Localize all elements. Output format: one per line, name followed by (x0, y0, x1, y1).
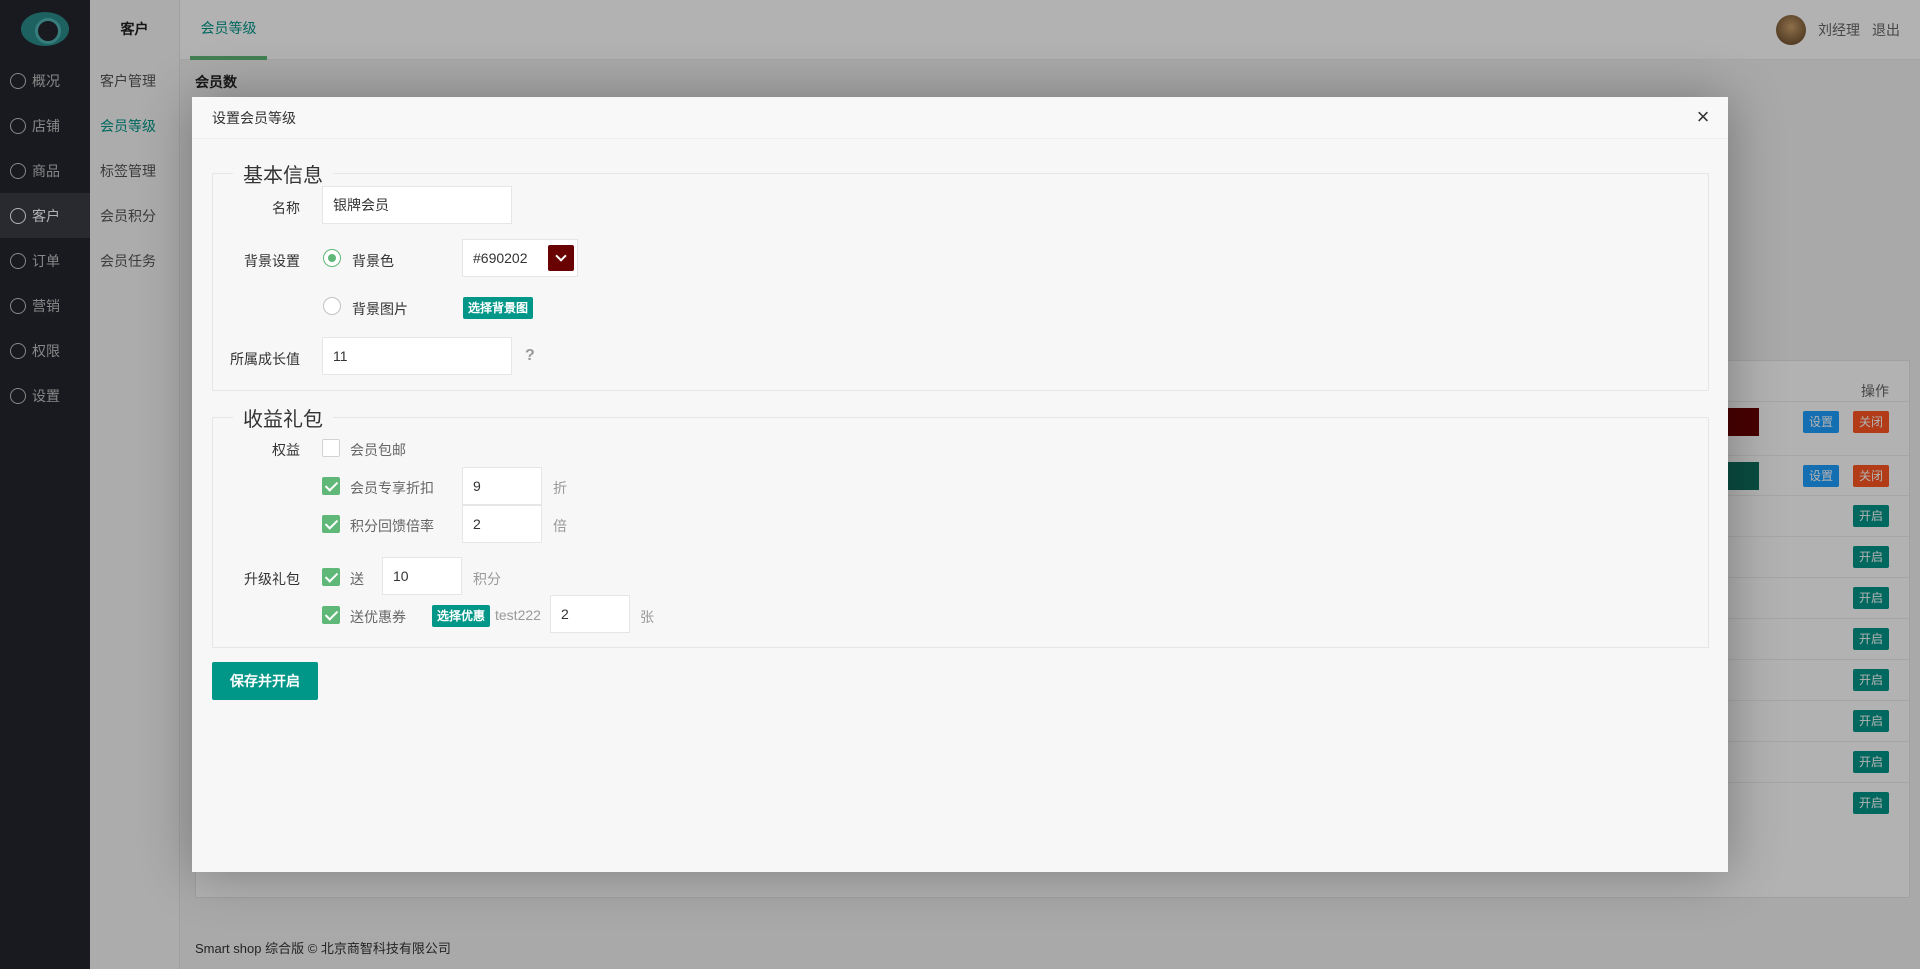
close-icon[interactable]: × (1692, 106, 1714, 129)
points-rate-label: 积分回馈倍率 (350, 518, 434, 534)
benefit-gift-legend: 收益礼包 (243, 409, 323, 431)
coupon-name: test222 (495, 607, 541, 623)
help-icon[interactable]: ? (525, 347, 535, 365)
discount-unit: 折 (553, 480, 567, 496)
growth-value-input[interactable]: 11 (322, 337, 512, 375)
coupon-count-input[interactable]: 2 (550, 595, 630, 633)
points-rate-input[interactable]: 2 (462, 505, 542, 543)
free-shipping-label: 会员包邮 (350, 442, 406, 458)
points-unit: 积分 (473, 571, 501, 587)
bg-color-value: #690202 (473, 250, 528, 266)
bg-image-label: 背景图片 (352, 301, 408, 317)
coupon-unit: 张 (640, 609, 654, 625)
bg-color-label: 背景色 (352, 253, 394, 269)
send-coupon-label: 送优惠券 (350, 609, 406, 625)
name-label: 名称 (272, 200, 300, 216)
member-level-modal: 设置会员等级 × 基本信息 名称 银牌会员 背景设置 背景色 #690202 背… (192, 97, 1728, 872)
discount-input[interactable]: 9 (462, 467, 542, 505)
choose-bg-image-button[interactable]: 选择背景图 (463, 297, 534, 319)
basic-info-legend: 基本信息 (243, 165, 323, 187)
background-setting-label: 背景设置 (244, 253, 300, 269)
send-points-checkbox[interactable] (322, 568, 340, 586)
growth-value-label: 所属成长值 (230, 351, 300, 367)
send-coupon-checkbox[interactable] (322, 606, 340, 624)
name-input[interactable]: 银牌会员 (322, 186, 512, 224)
bg-color-radio[interactable] (323, 249, 341, 267)
bg-image-radio[interactable] (323, 297, 341, 315)
save-and-enable-button[interactable]: 保存并开启 (212, 662, 318, 700)
points-rate-unit: 倍 (553, 518, 567, 534)
modal-title: 设置会员等级 (212, 109, 296, 126)
send-points-input[interactable]: 10 (382, 557, 462, 595)
modal-header: 设置会员等级 (192, 97, 1728, 139)
send-points-label: 送 (350, 571, 364, 587)
upgrade-gift-label: 升级礼包 (244, 571, 300, 587)
color-picker-dropdown[interactable] (548, 245, 574, 271)
points-rate-checkbox[interactable] (322, 515, 340, 533)
discount-checkbox[interactable] (322, 477, 340, 495)
discount-label: 会员专享折扣 (350, 480, 434, 496)
rights-label: 权益 (272, 442, 300, 458)
free-shipping-checkbox[interactable] (322, 439, 340, 457)
choose-coupon-button[interactable]: 选择优惠 (432, 605, 491, 627)
